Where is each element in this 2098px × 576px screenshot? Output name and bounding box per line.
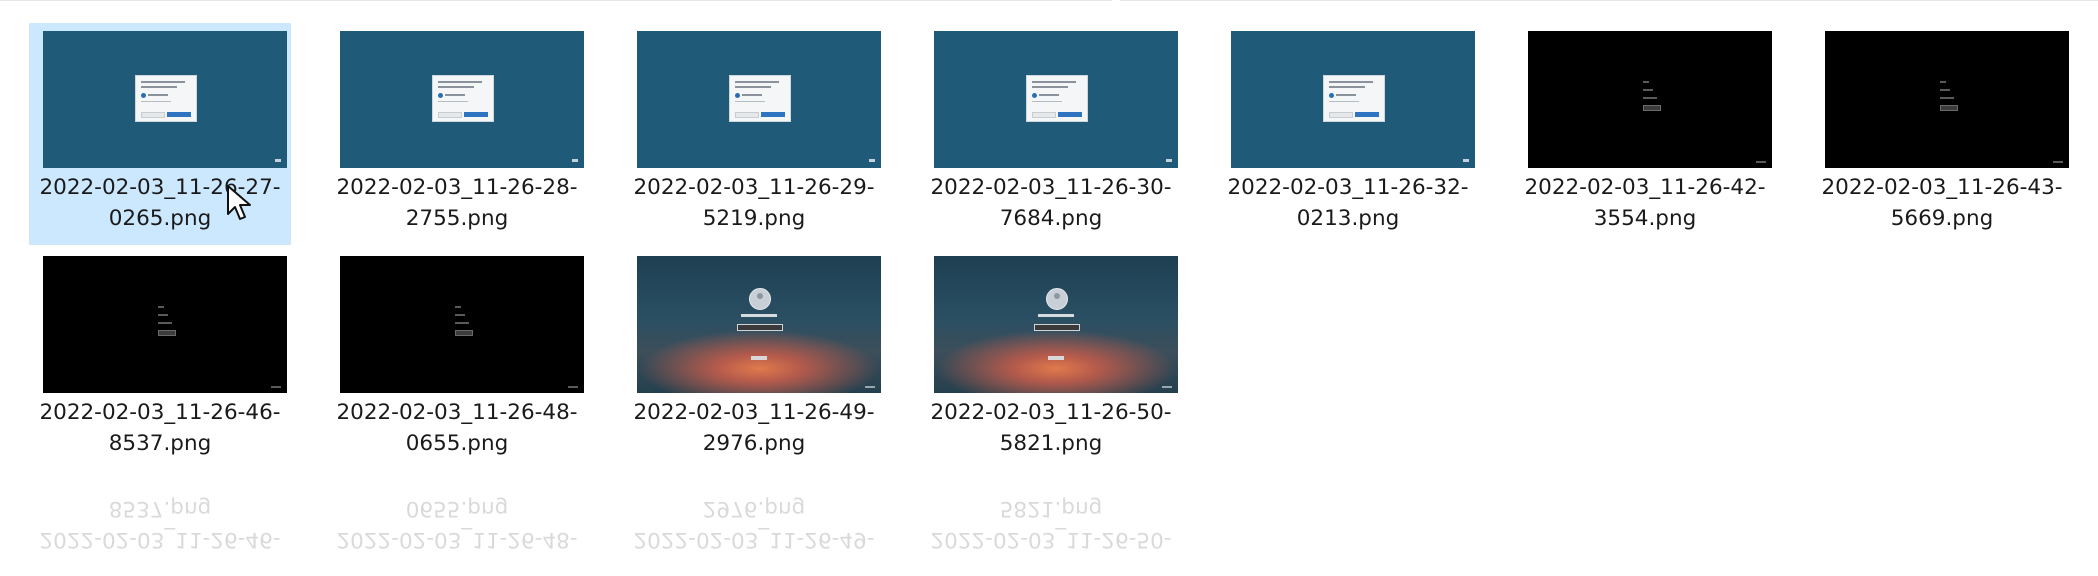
file-name-reflection-text: 2022-02-03_11-26-46- 8537.png xyxy=(29,493,291,555)
file-item[interactable]: 2022-02-03_11-26-46- 8537.png xyxy=(29,248,291,470)
file-name-line-2: 2976.png xyxy=(702,431,806,456)
reflection-line-2: 8537.png xyxy=(108,496,212,521)
file-name-line-2: 0213.png xyxy=(1296,206,1400,231)
file-name: 2022-02-03_11-26-28- 2755.png xyxy=(326,172,588,234)
file-item[interactable]: 2022-02-03_11-26-50- 5821.png xyxy=(920,248,1182,470)
file-name-line-2: 0655.png xyxy=(405,431,509,456)
thumbnail-image xyxy=(637,256,881,393)
file-name: 2022-02-03_11-26-29- 5219.png xyxy=(623,172,885,234)
reflection-line-1: 2022-02-03_11-26-49- xyxy=(633,527,875,552)
file-name-line-1: 2022-02-03_11-26-48- xyxy=(336,400,578,425)
file-name: 2022-02-03_11-26-42- 3554.png xyxy=(1514,172,1776,234)
file-name: 2022-02-03_11-26-46- 8537.png xyxy=(29,397,291,459)
file-name-line-2: 5669.png xyxy=(1890,206,1994,231)
thumbnail-image xyxy=(934,31,1178,168)
file-name-line-1: 2022-02-03_11-26-50- xyxy=(930,400,1172,425)
file-item[interactable]: 2022-02-03_11-26-48- 0655.png xyxy=(326,248,588,470)
mouse-pointer-icon xyxy=(226,184,254,224)
file-name-line-1: 2022-02-03_11-26-49- xyxy=(633,400,875,425)
thumbnail-image xyxy=(1231,31,1475,168)
file-name-line-2: 5821.png xyxy=(999,431,1103,456)
thumbnail-image xyxy=(340,31,584,168)
file-item[interactable]: 2022-02-03_11-26-42- 3554.png xyxy=(1514,23,1776,245)
thumbnail-image xyxy=(934,256,1178,393)
file-name-line-1: 2022-02-03_11-26-42- xyxy=(1524,175,1766,200)
file-name-reflection: 2022-02-03_11-26-48- 0655.png xyxy=(326,495,588,555)
file-name-reflection: 2022-02-03_11-26-46- 8537.png xyxy=(29,495,291,555)
file-item[interactable]: 2022-02-03_11-26-49- 2976.png xyxy=(623,248,885,470)
thumbnail-image xyxy=(637,31,881,168)
file-name-line-2: 5219.png xyxy=(702,206,806,231)
file-name-line-1: 2022-02-03_11-26-28- xyxy=(336,175,578,200)
reflection-line-2: 5821.png xyxy=(999,496,1103,521)
file-name: 2022-02-03_11-26-50- 5821.png xyxy=(920,397,1182,459)
thumbnail-image xyxy=(340,256,584,393)
reflection-line-1: 2022-02-03_11-26-46- xyxy=(39,527,281,552)
thumbnail-image xyxy=(43,256,287,393)
reflection-line-2: 0655.png xyxy=(405,496,509,521)
file-name: 2022-02-03_11-26-32- 0213.png xyxy=(1217,172,1479,234)
file-name-line-1: 2022-02-03_11-26-30- xyxy=(930,175,1172,200)
file-item[interactable]: 2022-02-03_11-26-28- 2755.png xyxy=(326,23,588,245)
file-name-line-1: 2022-02-03_11-26-32- xyxy=(1227,175,1469,200)
reflection-line-1: 2022-02-03_11-26-48- xyxy=(336,527,578,552)
file-name-line-2: 7684.png xyxy=(999,206,1103,231)
file-name-reflection: 2022-02-03_11-26-49- 2976.png xyxy=(623,495,885,555)
file-item[interactable]: 2022-02-03_11-26-43- 5669.png xyxy=(1811,23,2073,245)
file-name-line-2: 8537.png xyxy=(108,431,212,456)
file-name-line-2: 3554.png xyxy=(1593,206,1697,231)
file-item[interactable]: 2022-02-03_11-26-30- 7684.png xyxy=(920,23,1182,245)
thumbnail-image xyxy=(1825,31,2069,168)
file-name-line-2: 2755.png xyxy=(405,206,509,231)
file-name-line-1: 2022-02-03_11-26-29- xyxy=(633,175,875,200)
thumbnail-image xyxy=(1528,31,1772,168)
file-name-line-1: 2022-02-03_11-26-46- xyxy=(39,400,281,425)
reflection-line-2: 2976.png xyxy=(702,496,806,521)
file-name: 2022-02-03_11-26-43- 5669.png xyxy=(1811,172,2073,234)
file-name-reflection-text: 2022-02-03_11-26-49- 2976.png xyxy=(623,493,885,555)
file-name-reflection: 2022-02-03_11-26-50- 5821.png xyxy=(920,495,1182,555)
file-name: 2022-02-03_11-26-48- 0655.png xyxy=(326,397,588,459)
file-item[interactable]: 2022-02-03_11-26-32- 0213.png xyxy=(1217,23,1479,245)
thumbnail-image xyxy=(43,31,287,168)
file-grid: 2022-02-03_11-26-27- 0265.png 2022-02-03_1… xyxy=(0,0,2098,576)
file-name-reflection-text: 2022-02-03_11-26-48- 0655.png xyxy=(326,493,588,555)
file-name-reflection-text: 2022-02-03_11-26-50- 5821.png xyxy=(920,493,1182,555)
reflection-line-1: 2022-02-03_11-26-50- xyxy=(930,527,1172,552)
file-item[interactable]: 2022-02-03_11-26-29- 5219.png xyxy=(623,23,885,245)
file-name: 2022-02-03_11-26-49- 2976.png xyxy=(623,397,885,459)
file-name: 2022-02-03_11-26-30- 7684.png xyxy=(920,172,1182,234)
file-name-line-1: 2022-02-03_11-26-43- xyxy=(1821,175,2063,200)
